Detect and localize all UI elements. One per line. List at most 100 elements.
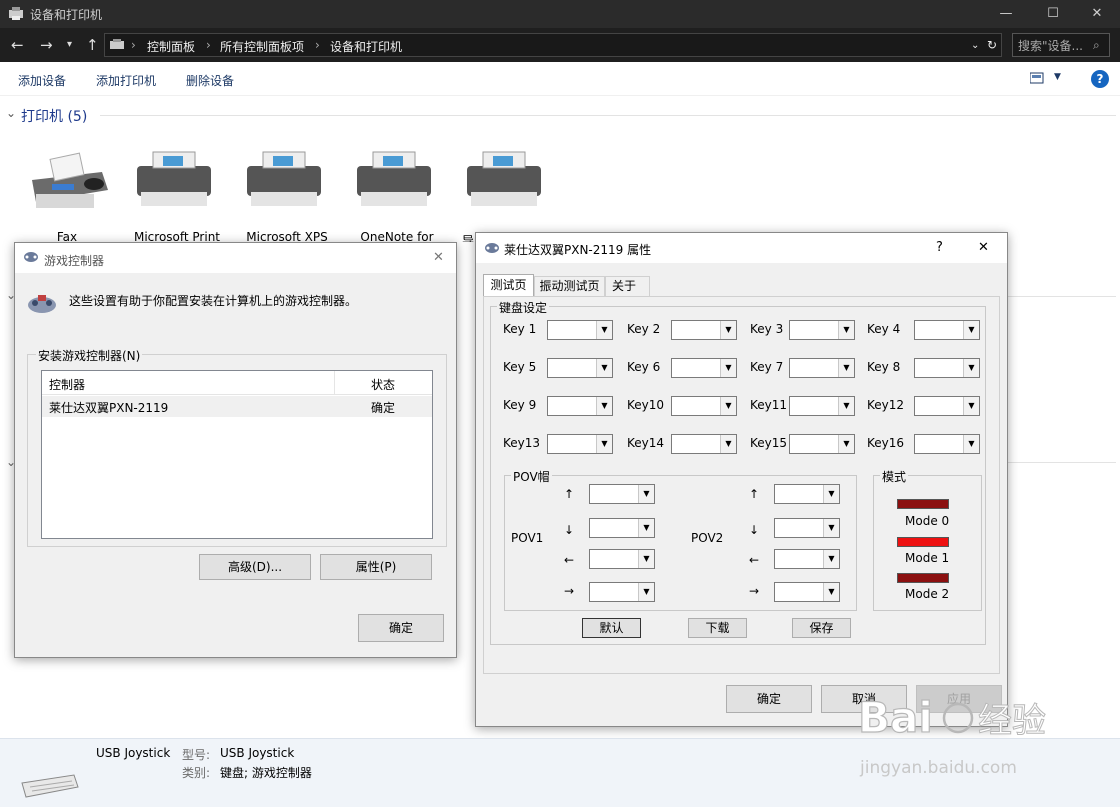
view-options-icon[interactable] [1029,72,1044,87]
key-4-dropdown[interactable]: ▼ [914,320,980,340]
left-arrow-icon: ← [749,553,760,567]
maximize-button[interactable]: ☐ [1030,0,1076,28]
key-9-dropdown[interactable]: ▼ [547,396,613,416]
ok-button[interactable]: 确定 [726,685,812,713]
search-icon[interactable]: ⌕ [1093,38,1100,53]
gamepad-icon [484,242,500,257]
model-label: 型号: [182,748,211,762]
dropdown-arrow-icon: ▼ [823,485,839,503]
svg-text:Bai: Bai [858,693,933,742]
save-button[interactable]: 保存 [792,618,851,638]
pov1-right-dropdown[interactable]: ▼ [589,582,655,602]
dropdown-arrow-icon: ▼ [963,359,979,377]
advanced-button[interactable]: 高级(D)... [199,554,311,580]
recent-chevron-icon[interactable]: ▾ [67,39,72,50]
pov2-up-dropdown[interactable]: ▼ [774,484,840,504]
minimize-button[interactable]: — [983,0,1029,28]
forward-arrow-icon[interactable]: → [40,36,53,54]
dialog-description: 这些设置有助于你配置安装在计算机上的游戏控制器。 [69,294,358,308]
remove-device-button[interactable]: 删除设备 [186,72,234,89]
help-button[interactable]: ? [936,240,943,255]
address-dropdown-icon[interactable]: ⌄ [971,40,979,51]
right-arrow-icon: → [749,584,760,598]
back-arrow-icon[interactable]: ← [11,36,24,54]
key-10-dropdown[interactable]: ▼ [671,396,737,416]
section-divider [1008,296,1116,297]
up-arrow-icon[interactable]: ↑ [86,36,99,54]
pov1-down-dropdown[interactable]: ▼ [589,518,655,538]
mode-0-label: Mode 0 [905,514,950,528]
tab-vibration[interactable]: 振动测试页 [534,276,605,297]
dropdown-arrow-icon: ▼ [838,397,854,415]
tab-test[interactable]: 测试页 [483,274,534,297]
key-1-dropdown[interactable]: ▼ [547,320,613,340]
pov1-up-dropdown[interactable]: ▼ [589,484,655,504]
key-3-dropdown[interactable]: ▼ [789,320,855,340]
dropdown-arrow-icon: ▼ [720,359,736,377]
column-controller[interactable]: 控制器 [49,376,85,393]
dropdown-arrow-icon: ▼ [638,519,654,537]
pov1-left-dropdown[interactable]: ▼ [589,549,655,569]
pov2-right-dropdown[interactable]: ▼ [774,582,840,602]
close-icon[interactable]: ✕ [433,250,444,265]
close-icon[interactable]: ✕ [978,240,989,255]
printer-icon[interactable] [131,150,217,208]
default-button[interactable]: 默认 [582,618,641,638]
properties-button[interactable]: 属性(P) [320,554,432,580]
collapse-chevron-icon[interactable]: ⌄ [6,106,16,120]
gamepad-large-icon [27,291,57,318]
ok-button[interactable]: 确定 [358,614,444,642]
controller-properties-dialog: 莱仕达双翼PXN-2119 属性 ? ✕ 测试页 振动测试页 关于 键盘设定 K… [475,232,1008,727]
add-printer-button[interactable]: 添加打印机 [96,72,156,89]
address-box[interactable]: › 控制面板 › 所有控制面板项 › 设备和打印机 ⌄ ↻ [104,33,1002,57]
key-14-dropdown[interactable]: ▼ [671,434,737,454]
close-button[interactable]: ✕ [1074,0,1120,28]
pov2-left-dropdown[interactable]: ▼ [774,549,840,569]
key-2-dropdown[interactable]: ▼ [671,320,737,340]
baidu-jingyan-logo: Bai 经验 [857,688,1058,744]
key-group-label: 键盘设定 [497,299,550,316]
printers-section-header[interactable]: 打印机 (5) [21,106,87,126]
view-dropdown-icon[interactable]: ▼ [1054,72,1061,82]
controllers-list[interactable]: 控制器 状态 莱仕达双翼PXN-2119 确定 [41,370,433,539]
table-row[interactable]: 莱仕达双翼PXN-2119 确定 [42,396,432,417]
mode-0-indicator [897,499,949,509]
key-16-dropdown[interactable]: ▼ [914,434,980,454]
column-status[interactable]: 状态 [371,376,395,393]
tab-about[interactable]: 关于 [605,276,650,297]
crumb-devices-printers[interactable]: 设备和打印机 [330,38,402,55]
section-divider [1008,462,1116,463]
printer-icon[interactable] [461,150,547,208]
address-bar: ← → ▾ ↑ › 控制面板 › 所有控制面板项 › 设备和打印机 ⌄ ↻ 搜索… [0,28,1120,62]
dropdown-arrow-icon: ▼ [963,397,979,415]
key-8-dropdown[interactable]: ▼ [914,358,980,378]
download-button[interactable]: 下载 [688,618,747,638]
keyboard-icon [20,773,80,802]
key-7-dropdown[interactable]: ▼ [789,358,855,378]
refresh-icon[interactable]: ↻ [987,38,997,52]
add-device-button[interactable]: 添加设备 [18,72,66,89]
fax-icon[interactable] [22,150,112,212]
gamepad-icon [23,251,39,266]
printer-icon[interactable] [241,150,327,208]
key-15-dropdown[interactable]: ▼ [789,434,855,454]
pov-group-label: POV帽 [511,468,552,485]
window-titlebar: 设备和打印机 — ☐ ✕ [0,0,1120,28]
help-icon[interactable]: ? [1091,70,1109,88]
pov1-label: POV1 [511,531,544,545]
key-6-dropdown[interactable]: ▼ [671,358,737,378]
crumb-control-panel[interactable]: 控制面板 [147,38,195,55]
key-11-dropdown[interactable]: ▼ [789,396,855,416]
dropdown-arrow-icon: ▼ [720,435,736,453]
key-label: Key 4 [867,322,901,336]
printer-icon[interactable] [351,150,437,208]
pov2-down-dropdown[interactable]: ▼ [774,518,840,538]
key-13-dropdown[interactable]: ▼ [547,434,613,454]
mode-1-indicator [897,537,949,547]
key-12-dropdown[interactable]: ▼ [914,396,980,416]
key-label: Key 3 [750,322,784,336]
crumb-all-items[interactable]: 所有控制面板项 [220,38,304,55]
key-label: Key12 [867,398,905,412]
key-5-dropdown[interactable]: ▼ [547,358,613,378]
dialog-title: 莱仕达双翼PXN-2119 属性 [504,243,652,257]
